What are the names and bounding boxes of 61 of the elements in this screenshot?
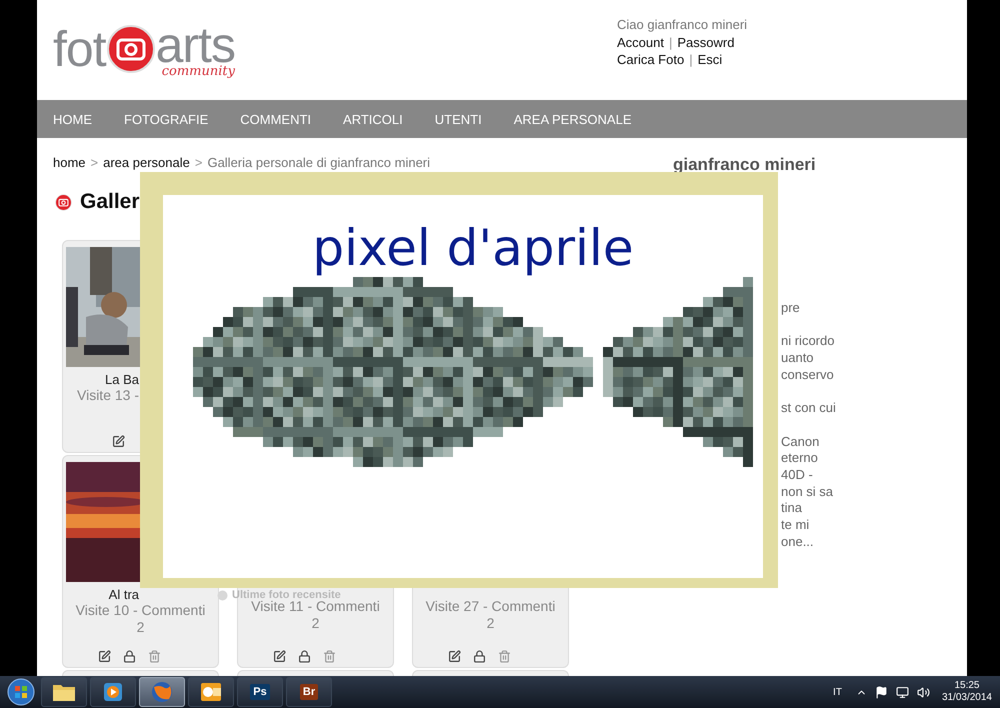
photo-stats: 2 [136, 619, 146, 636]
breadcrumb-separator: > [194, 155, 202, 170]
edit-button[interactable] [448, 650, 461, 662]
folder-icon [52, 682, 76, 702]
separator-text: | [668, 34, 672, 51]
language-indicator[interactable]: IT [833, 686, 842, 698]
nav-link[interactable]: AREA PERSONALE [514, 112, 632, 126]
taskbar-app-button[interactable]: Br [286, 677, 332, 707]
lock-button[interactable] [473, 650, 486, 662]
nav-link[interactable]: COMMENTI [240, 112, 312, 126]
account-link[interactable]: Account [617, 34, 664, 51]
breadcrumb-current: Galleria personale di gianfranco mineri [207, 155, 430, 170]
account-link[interactable]: Carica Foto [617, 51, 684, 68]
photo-stats: Visite 13 - [76, 387, 140, 404]
nav-link[interactable]: ARTICOLI [343, 112, 403, 126]
logo-text: fot [53, 24, 106, 74]
clock-time: 15:25 [954, 680, 980, 692]
edit-button[interactable] [98, 650, 111, 662]
photo-stats: Visite 10 - Commenti [74, 602, 206, 619]
browser-icon [151, 681, 173, 703]
photo-stats: 2 [486, 615, 496, 632]
camera-sticker-icon [55, 194, 72, 210]
taskbar-app-button[interactable]: Ps [237, 677, 283, 707]
nav-link[interactable]: UTENTI [434, 112, 482, 126]
lock-button[interactable] [123, 650, 136, 662]
breadcrumb-separator: > [90, 155, 98, 170]
bio-text: Canon eterno 40D - non si sa tina te mi one... [781, 434, 834, 550]
taskbar-app-button[interactable] [41, 677, 87, 707]
volume-icon[interactable] [916, 686, 930, 698]
app-label: Br [300, 684, 318, 700]
bio-text: st con cui [781, 400, 837, 417]
bio-text: pre [781, 300, 801, 317]
picture-caption: pixel d'aprile [312, 223, 634, 273]
photo-title: La Ba [104, 372, 140, 387]
camera-sticker-icon [106, 24, 156, 74]
network-icon[interactable] [896, 686, 909, 698]
separator-text: | [689, 51, 693, 68]
play-icon [103, 682, 123, 702]
bio-text: ni ricordo uanto conservo [781, 333, 836, 384]
edit-button[interactable] [273, 650, 286, 662]
breadcrumb-link[interactable]: home [53, 155, 86, 170]
lock-button[interactable] [298, 650, 311, 662]
breadcrumb-link[interactable]: area personale [103, 155, 190, 170]
page-heading: Galler [80, 190, 140, 214]
clock-date: 31/03/2014 [942, 692, 992, 704]
edit-button[interactable] [112, 434, 125, 448]
photo-stats: Visite 11 - Commenti [251, 598, 381, 615]
photo-title: Al tra [108, 587, 140, 602]
profile-name: gianfranco mineri [673, 155, 817, 175]
photo-stats: Visite 27 - Commenti [424, 598, 556, 615]
nav-link[interactable]: FOTOGRAFIE [124, 112, 208, 126]
taskbar-app-button[interactable] [90, 677, 136, 707]
nav-link[interactable]: HOME [53, 112, 92, 126]
app-label: Ps [250, 684, 270, 700]
greeting-text: Ciao gianfranco mineri [617, 16, 748, 34]
taskbar-app-button[interactable] [188, 677, 234, 707]
account-link[interactable]: Passowrd [677, 34, 734, 51]
photo-stats: 2 [310, 615, 320, 632]
mail-icon [200, 682, 222, 702]
account-link[interactable]: Esci [698, 51, 722, 68]
flag-icon[interactable] [874, 686, 888, 698]
